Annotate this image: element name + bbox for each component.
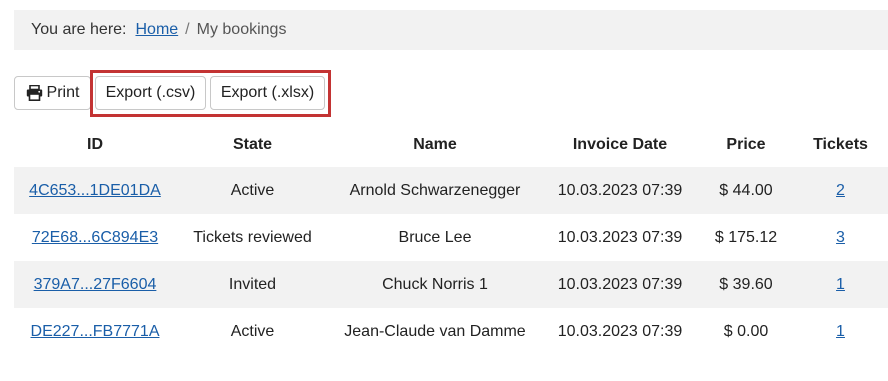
booking-state: Active [176,167,329,214]
header-name[interactable]: Name [329,122,541,167]
printer-icon [26,84,43,101]
booking-id-link[interactable]: 4C653...1DE01DA [29,182,161,199]
booking-invoice-date: 10.03.2023 07:39 [541,214,699,261]
booking-tickets-link[interactable]: 1 [836,276,845,293]
booking-invoice-date: 10.03.2023 07:39 [541,261,699,308]
bookings-page: You are here: Home / My bookings Print E… [0,0,888,381]
breadcrumb-home-link[interactable]: Home [135,21,178,39]
header-state[interactable]: State [176,122,329,167]
booking-name: Jean-Claude van Damme [329,308,541,355]
header-price[interactable]: Price [699,122,793,167]
booking-invoice-date: 10.03.2023 07:39 [541,308,699,355]
booking-invoice-date: 10.03.2023 07:39 [541,167,699,214]
breadcrumb: You are here: Home / My bookings [14,10,888,50]
booking-price: $ 39.60 [699,261,793,308]
booking-id-link[interactable]: 379A7...27F6604 [34,276,157,293]
booking-name: Arnold Schwarzenegger [329,167,541,214]
table-row: 379A7...27F6604 Invited Chuck Norris 1 1… [14,261,888,308]
booking-id-link[interactable]: 72E68...6C894E3 [32,229,158,246]
booking-price: $ 0.00 [699,308,793,355]
bookings-table: ID State Name Invoice Date Price Tickets… [14,122,888,355]
booking-price: $ 175.12 [699,214,793,261]
booking-tickets-link[interactable]: 2 [836,182,845,199]
booking-name: Chuck Norris 1 [329,261,541,308]
table-header-row: ID State Name Invoice Date Price Tickets [14,122,888,167]
print-button[interactable]: Print [14,76,91,110]
header-id[interactable]: ID [14,122,176,167]
booking-state: Active [176,308,329,355]
export-csv-button[interactable]: Export (.csv) [95,76,206,110]
header-invoice-date[interactable]: Invoice Date [541,122,699,167]
table-row: 4C653...1DE01DA Active Arnold Schwarzene… [14,167,888,214]
header-tickets[interactable]: Tickets [793,122,888,167]
booking-tickets-link[interactable]: 1 [836,323,845,340]
booking-tickets-link[interactable]: 3 [836,229,845,246]
booking-price: $ 44.00 [699,167,793,214]
breadcrumb-prefix: You are here: [31,21,127,38]
booking-id-link[interactable]: DE227...FB7771A [31,323,160,340]
breadcrumb-current: My bookings [196,21,287,38]
table-row: 72E68...6C894E3 Tickets reviewed Bruce L… [14,214,888,261]
table-row: DE227...FB7771A Active Jean-Claude van D… [14,308,888,355]
print-button-label: Print [46,84,80,101]
booking-state: Invited [176,261,329,308]
booking-name: Bruce Lee [329,214,541,261]
breadcrumb-separator: / [185,21,190,38]
export-xlsx-button[interactable]: Export (.xlsx) [210,76,325,110]
booking-state: Tickets reviewed [176,214,329,261]
